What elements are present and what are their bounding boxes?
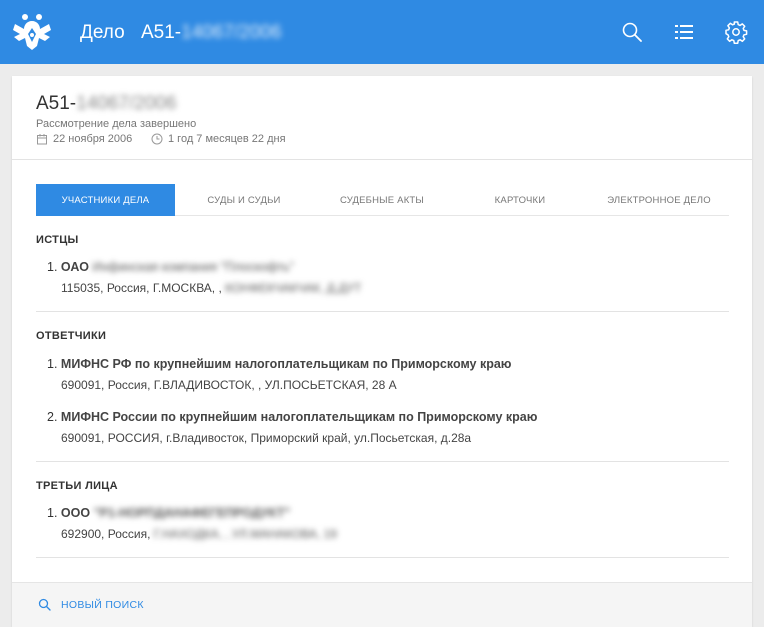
divider [36, 311, 729, 312]
tab-courts-judges[interactable]: Суды и судьи [175, 184, 313, 216]
party-address: 115035, Россия, Г.МОСКВА, , [61, 281, 222, 295]
case-status: Рассмотрение дела завершено [36, 118, 197, 130]
defendant-item: 1. МИФНС РФ по крупнейшим налогоплательщ… [47, 357, 512, 392]
divider [36, 557, 729, 558]
plaintiffs-heading: ИСТЦЫ [36, 234, 79, 246]
case-duration: 1 год 7 месяцев 22 дня [151, 133, 286, 145]
divider [36, 461, 729, 462]
card-footer: НОВЫЙ ПОИСК [12, 582, 752, 627]
emblem-logo-icon[interactable] [10, 10, 54, 54]
party-address-redacted: Г.НАХОДКА, , УЛ.МАНАКОВА, 19 [153, 527, 337, 541]
party-name: ОАО [60, 260, 89, 274]
case-date: 22 ноября 2006 [36, 133, 132, 145]
third-parties-heading: ТРЕТЬИ ЛИЦА [36, 480, 118, 492]
app-title: Дело [80, 22, 125, 43]
party-address: 690091, РОССИЯ, г.Владивосток, Приморски… [61, 431, 472, 445]
third-party-item: 1. ООО "Р1-НОРПДАНАФЕГЕПРОДУКТ" 692900, … [47, 506, 337, 541]
party-name: МИФНС РФ по крупнейшим налогоплательщика… [60, 357, 512, 371]
tab-cards[interactable]: Карточки [451, 184, 589, 216]
new-search-button[interactable]: НОВЫЙ ПОИСК [38, 598, 144, 611]
calendar-icon [37, 134, 47, 145]
case-header: А51-14067/2006 Рассмотрение дела заверше… [12, 76, 752, 160]
tab-bar: Участники дела Суды и судьи Судебные акт… [36, 184, 729, 216]
party-name-redacted: "Р1-НОРПДАНАФЕГЕПРОДУКТ" [93, 506, 291, 520]
plaintiff-item: 1. ОАО Инфинская компания "Плоскофть" 11… [47, 260, 362, 295]
new-search-label: НОВЫЙ ПОИСК [61, 598, 144, 611]
list-icon[interactable] [672, 20, 696, 44]
party-name: ООО [60, 506, 91, 520]
party-address: 690091, Россия, Г.ВЛАДИВОСТОК, , УЛ.ПОСЬ… [61, 378, 397, 392]
party-address: 692900, Россия, [61, 527, 151, 541]
gear-icon[interactable] [724, 20, 748, 44]
case-card: А51-14067/2006 Рассмотрение дела заверше… [12, 76, 752, 627]
search-icon [38, 598, 51, 611]
defendants-heading: ОТВЕТЧИКИ [36, 330, 107, 342]
header-case-number: А51-14067/2006 [141, 22, 282, 43]
tab-electronic-case[interactable]: Электронное дело [589, 184, 729, 216]
party-address-redacted: КОНФЕКЧАКЧАК, Д.ДУТ [225, 281, 362, 295]
party-name: МИФНС России по крупнейшим налогоплатель… [60, 410, 538, 424]
top-bar: Дело А51-14067/2006 [0, 0, 764, 64]
case-number: А51-14067/2006 [36, 93, 177, 114]
tab-court-acts[interactable]: Судебные акты [313, 184, 451, 216]
defendant-item: 2. МИФНС России по крупнейшим налогоплат… [47, 410, 538, 445]
party-name-redacted: Инфинская компания "Плоскофть" [92, 260, 294, 274]
search-icon[interactable] [620, 20, 644, 44]
clock-icon [151, 133, 163, 145]
tab-participants[interactable]: Участники дела [36, 184, 175, 216]
